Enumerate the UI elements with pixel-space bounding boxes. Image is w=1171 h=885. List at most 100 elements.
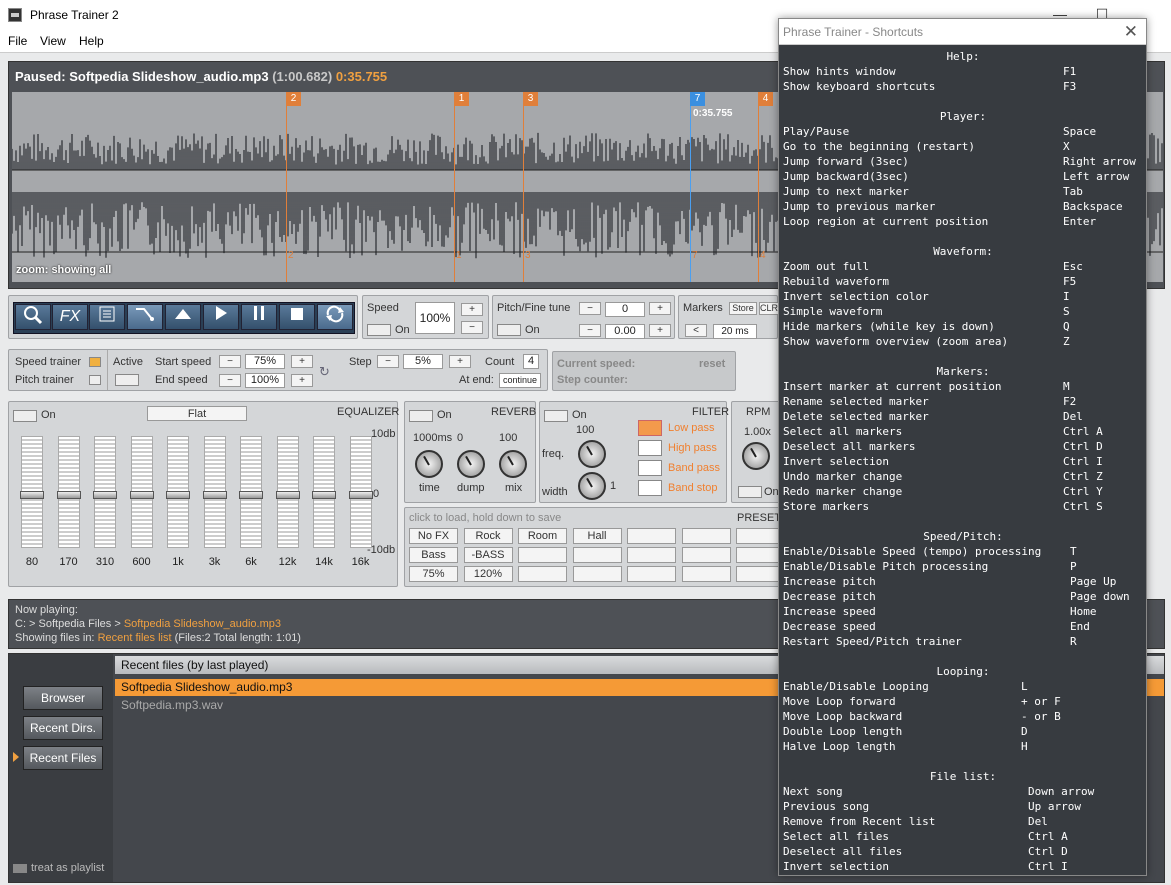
filter-width-knob[interactable] bbox=[578, 472, 606, 500]
markers-store-button[interactable]: Store bbox=[729, 302, 757, 315]
preset-button[interactable]: No FX bbox=[409, 528, 458, 544]
rpm-on-toggle[interactable] bbox=[738, 486, 762, 498]
marker-line[interactable] bbox=[454, 92, 455, 282]
loop-button[interactable] bbox=[317, 304, 353, 330]
step-increase[interactable]: + bbox=[449, 355, 471, 368]
speed-decrease-button[interactable]: − bbox=[461, 321, 483, 334]
menu-view[interactable]: View bbox=[40, 34, 66, 48]
speed-value[interactable]: 100% bbox=[415, 302, 455, 334]
browser-button[interactable]: Browser bbox=[23, 686, 103, 710]
marker-ms-value[interactable]: 20 ms bbox=[713, 324, 757, 339]
marker-line[interactable] bbox=[523, 92, 524, 282]
recent-files-button[interactable]: Recent Files bbox=[23, 746, 103, 770]
fine-tune-value[interactable]: 0.00 bbox=[605, 324, 645, 339]
marker-flag[interactable]: 7 bbox=[690, 92, 705, 106]
preset-button[interactable] bbox=[572, 547, 622, 563]
filter-on-toggle[interactable] bbox=[544, 410, 568, 422]
marker-flag[interactable]: 1 bbox=[454, 92, 469, 106]
trainer-restart-icon[interactable]: ↻ bbox=[319, 364, 330, 380]
filter-type-low-pass[interactable]: Low pass bbox=[668, 422, 714, 434]
eq-slider[interactable] bbox=[129, 436, 154, 548]
eq-slider[interactable] bbox=[275, 436, 300, 548]
eq-slider-knob[interactable] bbox=[239, 491, 263, 499]
eq-slider[interactable] bbox=[348, 436, 373, 548]
high-pass-icon[interactable] bbox=[638, 440, 662, 456]
preset-button[interactable] bbox=[518, 547, 567, 563]
reverb-time-knob[interactable] bbox=[415, 450, 443, 478]
preset-button[interactable]: Rock bbox=[463, 528, 513, 544]
eq-slider[interactable] bbox=[20, 436, 44, 548]
end-speed-value[interactable]: 100% bbox=[245, 373, 285, 388]
preset-button[interactable] bbox=[518, 566, 567, 582]
preset-button[interactable] bbox=[572, 566, 622, 582]
count-value[interactable]: 4 bbox=[523, 354, 539, 369]
step-value[interactable]: 5% bbox=[403, 354, 443, 369]
at-end-value[interactable]: continue bbox=[499, 373, 541, 388]
eq-slider[interactable] bbox=[312, 436, 336, 548]
pitch-decrease-button[interactable]: − bbox=[579, 302, 601, 315]
start-speed-value[interactable]: 75% bbox=[245, 354, 285, 369]
marker-ms-decrease-button[interactable]: < bbox=[685, 324, 707, 337]
marker-flag[interactable]: 2 bbox=[286, 92, 301, 106]
markers-clear-button[interactable]: CLR bbox=[759, 302, 779, 315]
eq-slider[interactable] bbox=[166, 436, 190, 548]
eq-on-toggle[interactable] bbox=[13, 410, 37, 422]
preset-button[interactable]: 75% bbox=[409, 566, 458, 582]
speed-trainer-toggle[interactable] bbox=[89, 357, 101, 367]
speed-increase-button[interactable]: + bbox=[461, 303, 483, 316]
eq-slider-knob[interactable] bbox=[166, 491, 190, 499]
eq-slider-knob[interactable] bbox=[93, 491, 117, 499]
path-prefix[interactable]: C: > Softpedia Files > bbox=[15, 618, 121, 630]
preset-button[interactable] bbox=[627, 547, 676, 563]
preset-button[interactable] bbox=[627, 528, 676, 544]
filter-freq-knob[interactable] bbox=[578, 440, 606, 468]
close-icon[interactable]: ✕ bbox=[1124, 22, 1138, 42]
play-button[interactable] bbox=[203, 304, 239, 330]
reverb-on-toggle[interactable] bbox=[409, 410, 433, 422]
menu-help[interactable]: Help bbox=[79, 34, 104, 48]
fx-button[interactable]: FX bbox=[52, 304, 88, 330]
path-file[interactable]: Softpedia Slideshow_audio.mp3 bbox=[124, 618, 281, 630]
recent-dirs-button[interactable]: Recent Dirs. bbox=[23, 716, 103, 740]
eq-slider[interactable] bbox=[239, 436, 263, 548]
eq-slider-knob[interactable] bbox=[275, 491, 300, 499]
filter-type-band-pass[interactable]: Band pass bbox=[668, 462, 720, 474]
eq-slider[interactable] bbox=[202, 436, 227, 548]
trainer-button[interactable] bbox=[127, 304, 163, 330]
start-speed-decrease[interactable]: − bbox=[219, 355, 241, 368]
trainer-active-toggle[interactable] bbox=[115, 374, 139, 386]
eq-slider-knob[interactable] bbox=[129, 491, 154, 499]
preset-button[interactable] bbox=[627, 566, 676, 582]
end-speed-increase[interactable]: + bbox=[291, 374, 313, 387]
eq-preset-select[interactable]: Flat bbox=[147, 406, 247, 421]
zoom-button[interactable] bbox=[15, 304, 51, 330]
eject-button[interactable] bbox=[165, 304, 201, 330]
pause-button[interactable] bbox=[241, 304, 277, 330]
band-stop-icon[interactable] bbox=[638, 480, 662, 496]
fine-increase-button[interactable]: + bbox=[649, 324, 671, 337]
reset-button[interactable]: reset bbox=[699, 358, 725, 370]
rpm-knob[interactable] bbox=[742, 442, 770, 470]
filter-type-band-stop[interactable]: Band stop bbox=[668, 482, 718, 494]
marker-line[interactable] bbox=[286, 92, 287, 282]
playlist-toggle-switch[interactable] bbox=[13, 863, 27, 873]
eq-slider-knob[interactable] bbox=[202, 491, 227, 499]
preset-button[interactable]: Hall bbox=[572, 528, 622, 544]
end-speed-decrease[interactable]: − bbox=[219, 374, 241, 387]
marker-line[interactable] bbox=[690, 92, 691, 282]
low-pass-icon[interactable] bbox=[638, 420, 662, 436]
preset-button[interactable]: -BASS bbox=[463, 547, 513, 563]
pitch-increase-button[interactable]: + bbox=[649, 302, 671, 315]
eq-slider-knob[interactable] bbox=[312, 491, 336, 499]
preset-button[interactable]: 120% bbox=[463, 566, 513, 582]
start-speed-increase[interactable]: + bbox=[291, 355, 313, 368]
speed-on-toggle[interactable] bbox=[367, 324, 391, 336]
list-name[interactable]: Recent files list bbox=[98, 632, 172, 644]
preset-button[interactable] bbox=[681, 547, 731, 563]
file-list-button[interactable] bbox=[89, 304, 125, 330]
eq-slider-knob[interactable] bbox=[56, 491, 81, 499]
reverb-mix-knob[interactable] bbox=[499, 450, 527, 478]
preset-button[interactable] bbox=[681, 528, 731, 544]
reverb-dump-knob[interactable] bbox=[457, 450, 485, 478]
marker-flag[interactable]: 3 bbox=[523, 92, 538, 106]
